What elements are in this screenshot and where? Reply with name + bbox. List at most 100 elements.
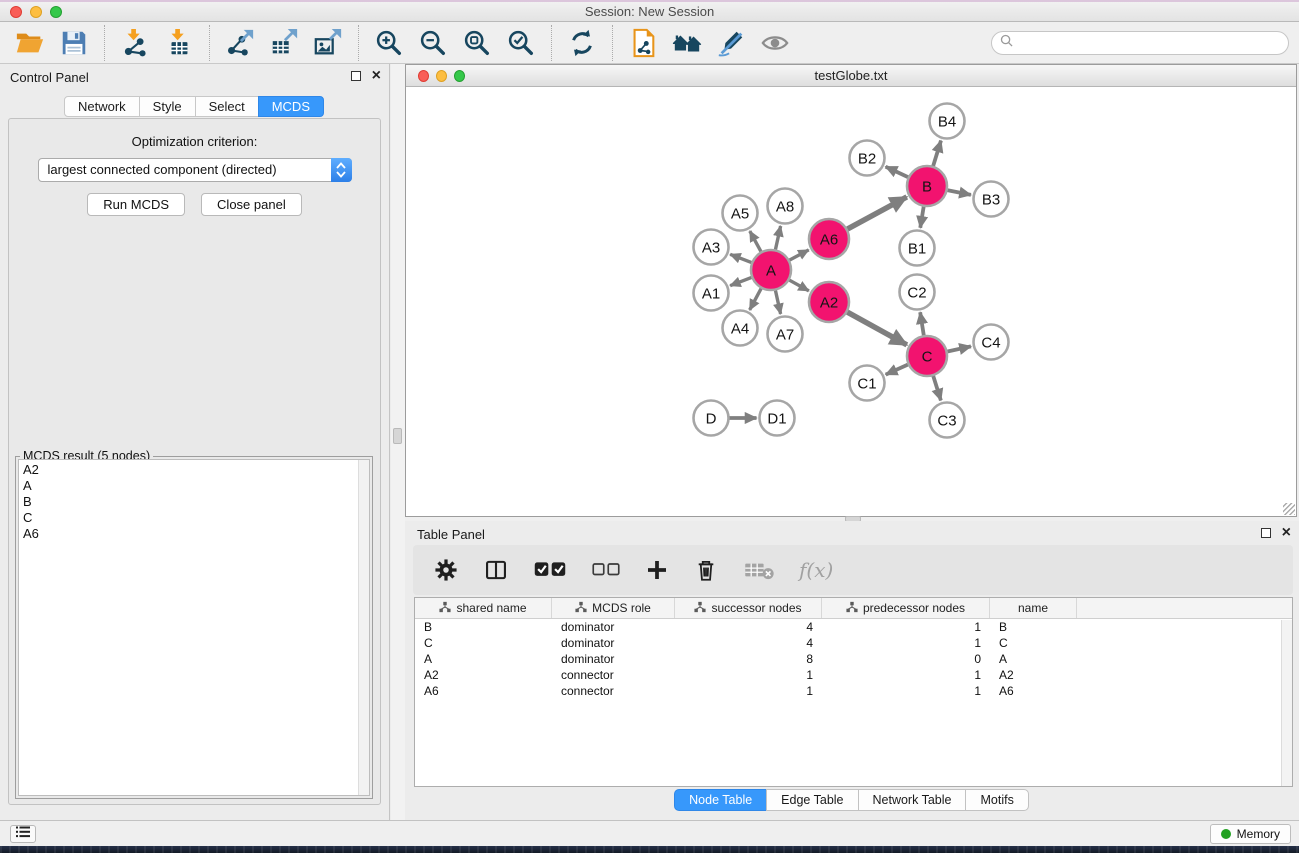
export-table-icon[interactable] bbox=[268, 27, 300, 59]
node-A2[interactable]: A2 bbox=[809, 282, 849, 322]
frame-resize-grip[interactable] bbox=[1283, 503, 1295, 515]
result-list-item[interactable]: C bbox=[19, 510, 369, 526]
table-row[interactable]: Bdominator41B bbox=[415, 619, 1292, 635]
column-header-predecessor-nodes[interactable]: predecessor nodes bbox=[822, 598, 990, 618]
node-C4[interactable]: C4 bbox=[974, 325, 1009, 360]
node-A7[interactable]: A7 bbox=[768, 317, 803, 352]
tab-mcds[interactable]: MCDS bbox=[258, 96, 324, 117]
node-A1[interactable]: A1 bbox=[694, 276, 729, 311]
zoom-out-icon[interactable] bbox=[417, 27, 449, 59]
edge-A-A4[interactable] bbox=[750, 286, 763, 310]
save-session-icon[interactable] bbox=[58, 27, 90, 59]
table-cell[interactable]: connector bbox=[552, 684, 675, 698]
node-B1[interactable]: B1 bbox=[900, 231, 935, 266]
result-list-scrollbar[interactable] bbox=[358, 460, 369, 795]
edge-A-A1[interactable] bbox=[730, 276, 754, 285]
edge-A-A5[interactable] bbox=[750, 231, 763, 254]
table-close-button[interactable]: × bbox=[1282, 523, 1291, 543]
node-C1[interactable]: C1 bbox=[850, 366, 885, 401]
node-A[interactable]: A bbox=[751, 250, 791, 290]
column-resize-icon[interactable] bbox=[483, 557, 509, 583]
table-cell[interactable]: A6 bbox=[990, 684, 1077, 698]
home-icon[interactable] bbox=[671, 27, 703, 59]
criterion-dropdown[interactable]: largest connected component (directed) bbox=[38, 158, 352, 182]
table-cell[interactable]: dominator bbox=[552, 620, 675, 634]
gear-icon[interactable] bbox=[433, 557, 459, 583]
table-cell[interactable]: A bbox=[990, 652, 1077, 666]
select-all-icon[interactable] bbox=[533, 559, 567, 581]
export-network-icon[interactable] bbox=[224, 27, 256, 59]
table-cell[interactable]: C bbox=[990, 636, 1077, 650]
tab-network-table[interactable]: Network Table bbox=[858, 789, 967, 811]
tab-style[interactable]: Style bbox=[139, 96, 196, 117]
table-row[interactable]: A6connector11A6 bbox=[415, 683, 1292, 699]
node-A6[interactable]: A6 bbox=[809, 219, 849, 259]
edge-B-B3[interactable] bbox=[945, 190, 971, 195]
vertical-splitter-grip[interactable] bbox=[393, 428, 402, 444]
node-B[interactable]: B bbox=[907, 166, 947, 206]
table-cell[interactable]: 1 bbox=[822, 620, 990, 634]
edge-B-B2[interactable] bbox=[886, 167, 911, 179]
tab-select[interactable]: Select bbox=[195, 96, 259, 117]
zoom-fit-icon[interactable] bbox=[461, 27, 493, 59]
table-cell[interactable]: connector bbox=[552, 668, 675, 682]
tab-motifs[interactable]: Motifs bbox=[965, 789, 1028, 811]
run-mcds-button[interactable]: Run MCDS bbox=[87, 193, 185, 216]
network-from-file-icon[interactable] bbox=[627, 27, 659, 59]
zoom-selected-icon[interactable] bbox=[505, 27, 537, 59]
table-cell[interactable]: A6 bbox=[415, 684, 552, 698]
node-D1[interactable]: D1 bbox=[760, 401, 795, 436]
edge-B-B1[interactable] bbox=[920, 204, 924, 228]
close-panel-button-2[interactable]: Close panel bbox=[201, 193, 302, 216]
edge-C-C3[interactable] bbox=[932, 373, 941, 400]
node-B3[interactable]: B3 bbox=[974, 182, 1009, 217]
table-row[interactable]: Cdominator41C bbox=[415, 635, 1292, 651]
search-input[interactable] bbox=[1018, 36, 1280, 50]
node-B4[interactable]: B4 bbox=[930, 104, 965, 139]
edge-B-B4[interactable] bbox=[932, 141, 941, 169]
column-header-MCDS-role[interactable]: MCDS role bbox=[552, 598, 675, 618]
node-A3[interactable]: A3 bbox=[694, 230, 729, 265]
frame-close-button[interactable] bbox=[418, 70, 429, 82]
traffic-minimize-button[interactable] bbox=[30, 6, 42, 18]
column-header-name[interactable]: name bbox=[990, 598, 1077, 618]
add-icon[interactable] bbox=[645, 558, 669, 582]
refresh-icon[interactable] bbox=[566, 27, 598, 59]
column-header-shared-name[interactable]: shared name bbox=[415, 598, 552, 618]
result-list-item[interactable]: A2 bbox=[19, 462, 369, 478]
edge-A-A2[interactable] bbox=[787, 279, 809, 291]
table-cell[interactable]: 1 bbox=[822, 636, 990, 650]
node-A5[interactable]: A5 bbox=[723, 196, 758, 231]
table-cell[interactable]: 1 bbox=[675, 684, 822, 698]
result-list-item[interactable]: A6 bbox=[19, 526, 369, 542]
table-row[interactable]: Adominator80A bbox=[415, 651, 1292, 667]
table-cell[interactable]: 0 bbox=[822, 652, 990, 666]
table-cell[interactable]: A2 bbox=[415, 668, 552, 682]
hide-annotations-icon[interactable] bbox=[715, 27, 747, 59]
table-float-button[interactable] bbox=[1261, 528, 1271, 538]
node-B2[interactable]: B2 bbox=[850, 141, 885, 176]
edge-A-A7[interactable] bbox=[775, 288, 781, 314]
edge-A-A3[interactable] bbox=[730, 254, 754, 263]
table-cell[interactable]: 8 bbox=[675, 652, 822, 666]
table-cell[interactable]: 1 bbox=[675, 668, 822, 682]
open-session-icon[interactable] bbox=[14, 27, 46, 59]
frame-zoom-button[interactable] bbox=[454, 70, 465, 82]
import-table-icon[interactable] bbox=[163, 27, 195, 59]
unselect-all-icon[interactable] bbox=[591, 560, 621, 580]
eye-icon[interactable] bbox=[759, 27, 791, 59]
zoom-in-icon[interactable] bbox=[373, 27, 405, 59]
result-list-item[interactable]: A bbox=[19, 478, 369, 494]
table-cell[interactable]: B bbox=[415, 620, 552, 634]
import-network-icon[interactable] bbox=[119, 27, 151, 59]
edge-A-A6[interactable] bbox=[787, 250, 809, 262]
tab-edge-table[interactable]: Edge Table bbox=[766, 789, 858, 811]
table-cell[interactable]: dominator bbox=[552, 636, 675, 650]
table-cell[interactable]: A2 bbox=[990, 668, 1077, 682]
edge-A2-C[interactable] bbox=[845, 311, 907, 345]
table-row[interactable]: A2connector11A2 bbox=[415, 667, 1292, 683]
traffic-close-button[interactable] bbox=[10, 6, 22, 18]
edge-C-C1[interactable] bbox=[886, 363, 911, 374]
tab-node-table[interactable]: Node Table bbox=[674, 789, 767, 811]
frame-minimize-button[interactable] bbox=[436, 70, 447, 82]
